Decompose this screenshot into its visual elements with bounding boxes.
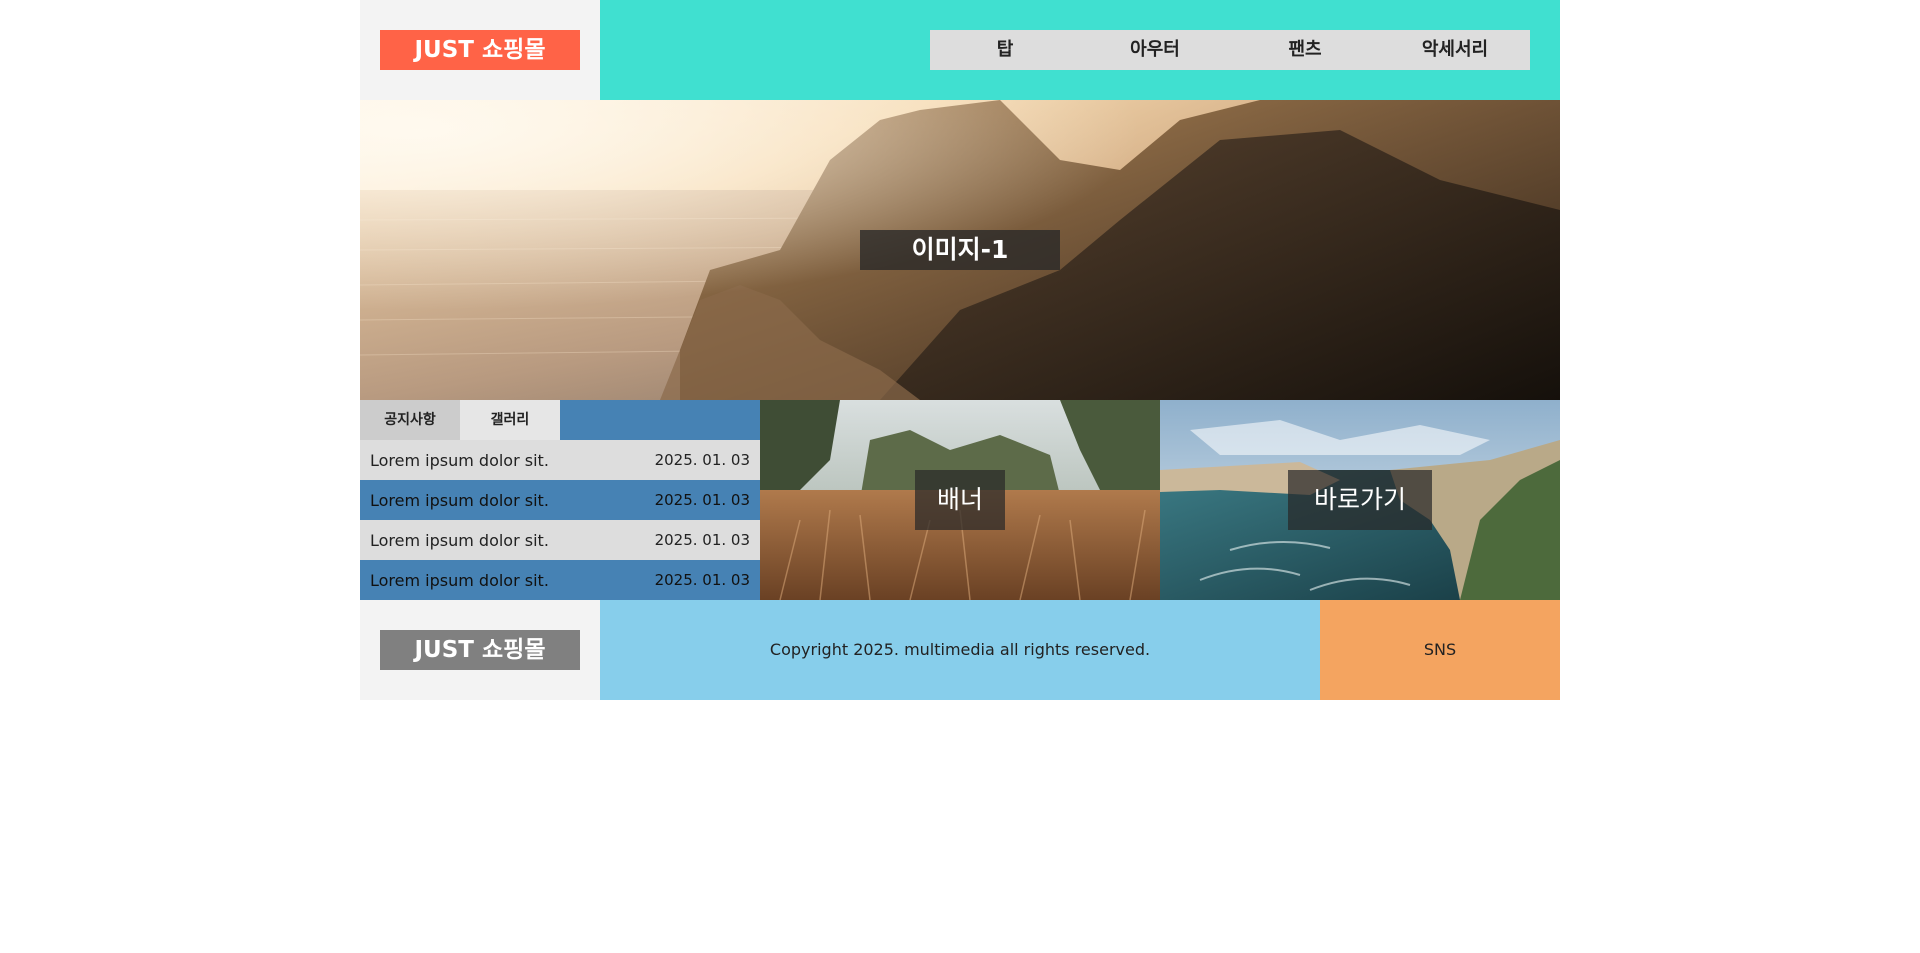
slide-caption: 이미지-1 bbox=[860, 230, 1060, 270]
sns-area[interactable]: SNS bbox=[1320, 600, 1560, 700]
banner-tile[interactable]: 배너 bbox=[760, 400, 1160, 600]
menu-item-accessory[interactable]: 악세서리 bbox=[1380, 30, 1530, 70]
image-slider[interactable]: 이미지-1 bbox=[360, 100, 1560, 400]
notice-row[interactable]: Lorem ipsum dolor sit. 2025. 01. 03 bbox=[360, 520, 760, 560]
contents-row: 공지사항 갤러리 Lorem ipsum dolor sit. 2025. 01… bbox=[360, 400, 1560, 600]
menu-item-pants[interactable]: 팬츠 bbox=[1230, 30, 1380, 70]
notice-title: Lorem ipsum dolor sit. bbox=[370, 530, 549, 550]
menu-item-outer[interactable]: 아우터 bbox=[1080, 30, 1230, 70]
notice-date: 2025. 01. 03 bbox=[654, 571, 750, 589]
main-menu: 탑 아우터 팬츠 악세서리 bbox=[930, 30, 1530, 70]
site-logo[interactable]: JUST 쇼핑몰 bbox=[380, 30, 580, 70]
notice-row[interactable]: Lorem ipsum dolor sit. 2025. 01. 03 bbox=[360, 440, 760, 480]
shortcut-caption: 바로가기 bbox=[1288, 470, 1432, 530]
footer-logo-area: JUST 쇼핑몰 bbox=[360, 600, 600, 700]
shortcut-tile[interactable]: 바로가기 bbox=[1160, 400, 1560, 600]
nav-area: 탑 아우터 팬츠 악세서리 bbox=[600, 0, 1560, 100]
notice-date: 2025. 01. 03 bbox=[654, 531, 750, 549]
notice-title: Lorem ipsum dolor sit. bbox=[370, 450, 549, 470]
logo-area: JUST 쇼핑몰 bbox=[360, 0, 600, 100]
notice-title: Lorem ipsum dolor sit. bbox=[370, 570, 549, 590]
tab-notice[interactable]: 공지사항 bbox=[360, 400, 460, 440]
menu-item-top[interactable]: 탑 bbox=[930, 30, 1080, 70]
board-tabs: 공지사항 갤러리 bbox=[360, 400, 760, 440]
notice-row[interactable]: Lorem ipsum dolor sit. 2025. 01. 03 bbox=[360, 560, 760, 600]
notice-date: 2025. 01. 03 bbox=[654, 491, 750, 509]
site-header: JUST 쇼핑몰 탑 아우터 팬츠 악세서리 bbox=[360, 0, 1560, 100]
banner-caption: 배너 bbox=[915, 470, 1005, 530]
notice-date: 2025. 01. 03 bbox=[654, 451, 750, 469]
notice-title: Lorem ipsum dolor sit. bbox=[370, 490, 549, 510]
footer-logo[interactable]: JUST 쇼핑몰 bbox=[380, 630, 580, 670]
copyright-text: Copyright 2025. multimedia all rights re… bbox=[600, 600, 1320, 700]
tab-gallery[interactable]: 갤러리 bbox=[460, 400, 560, 440]
notice-row[interactable]: Lorem ipsum dolor sit. 2025. 01. 03 bbox=[360, 480, 760, 520]
board-panel: 공지사항 갤러리 Lorem ipsum dolor sit. 2025. 01… bbox=[360, 400, 760, 600]
site-footer: JUST 쇼핑몰 Copyright 2025. multimedia all … bbox=[360, 600, 1560, 700]
page-container: JUST 쇼핑몰 탑 아우터 팬츠 악세서리 이미지-1 공지사항 갤러리 Lo… bbox=[360, 0, 1560, 700]
